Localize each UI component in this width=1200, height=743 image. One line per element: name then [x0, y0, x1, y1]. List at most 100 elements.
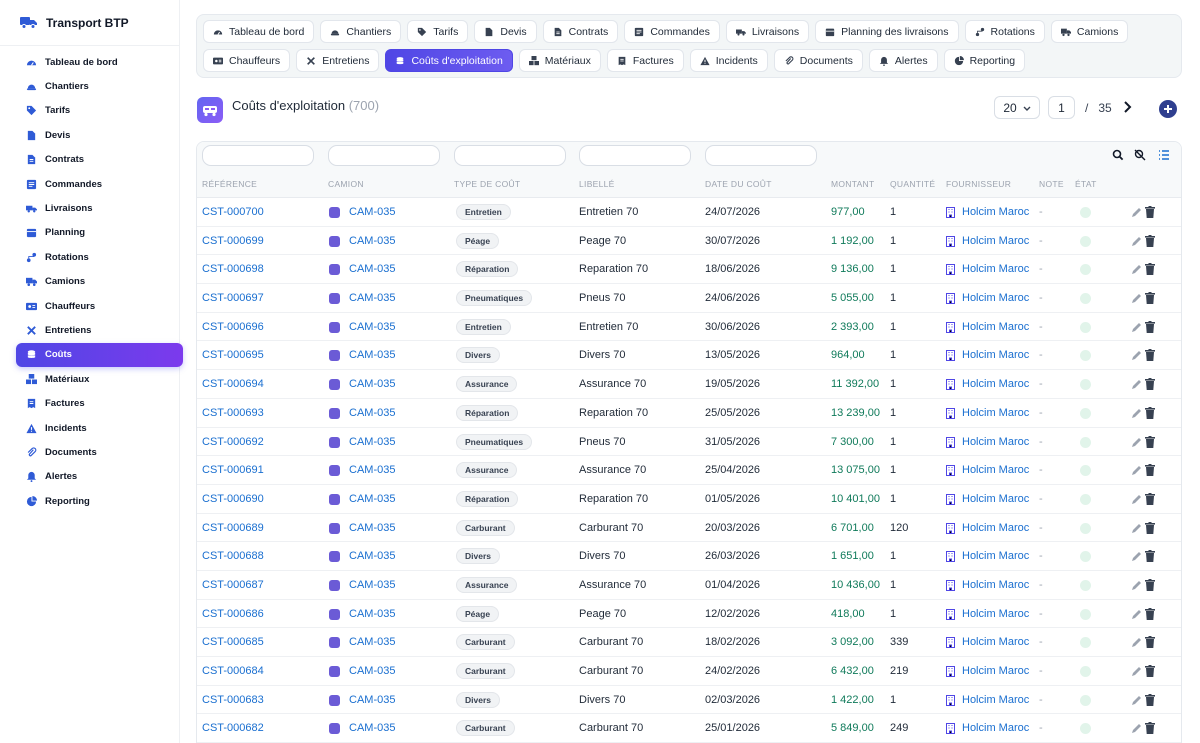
- trash-icon[interactable]: [1145, 406, 1155, 419]
- reference-link[interactable]: CST-000686: [202, 608, 264, 620]
- tab-paperclip[interactable]: Documents: [773, 49, 863, 72]
- table-row[interactable]: CST-000690 CAM-035 Réparation Reparation 70…: [197, 485, 1181, 514]
- sidebar-item-truck[interactable]: Camions: [16, 270, 183, 294]
- supplier-link[interactable]: Holcim Maroc: [962, 292, 1029, 304]
- trash-icon[interactable]: [1145, 263, 1155, 276]
- column-header-date[interactable]: DATE DU COÛT: [705, 179, 772, 189]
- trash-icon[interactable]: [1145, 492, 1155, 505]
- supplier-link[interactable]: Holcim Maroc: [962, 722, 1029, 734]
- column-header-label[interactable]: LIBELLÉ: [579, 179, 615, 189]
- table-row[interactable]: CST-000688 CAM-035 Divers Divers 70 26/03/20…: [197, 542, 1181, 571]
- pencil-icon[interactable]: [1131, 523, 1142, 534]
- pencil-icon[interactable]: [1131, 637, 1142, 648]
- supplier-link[interactable]: Holcim Maroc: [962, 665, 1029, 677]
- supplier-link[interactable]: Holcim Maroc: [962, 522, 1029, 534]
- reference-link[interactable]: CST-000692: [202, 436, 264, 448]
- pencil-icon[interactable]: [1131, 408, 1142, 419]
- tab-tag[interactable]: Tarifs: [407, 20, 469, 43]
- add-cost-button[interactable]: [1159, 100, 1177, 118]
- truck-link[interactable]: CAM-035: [349, 321, 395, 333]
- trash-icon[interactable]: [1145, 693, 1155, 706]
- sidebar-item-delivery[interactable]: Livraisons: [16, 196, 183, 220]
- reference-link[interactable]: CST-000688: [202, 550, 264, 562]
- truck-link[interactable]: CAM-035: [349, 550, 395, 562]
- sidebar-item-cubes[interactable]: Matériaux: [16, 367, 183, 391]
- page-size-select[interactable]: 20: [994, 96, 1040, 119]
- pencil-icon[interactable]: [1131, 437, 1142, 448]
- table-row[interactable]: CST-000698 CAM-035 Réparation Reparation 70…: [197, 255, 1181, 285]
- reference-link[interactable]: CST-000699: [202, 235, 264, 247]
- truck-link[interactable]: CAM-035: [349, 665, 395, 677]
- sidebar-item-pie-chart[interactable]: Reporting: [16, 489, 183, 513]
- reference-link[interactable]: CST-000693: [202, 407, 264, 419]
- truck-link[interactable]: CAM-035: [349, 378, 395, 390]
- reference-link[interactable]: CST-000684: [202, 665, 264, 677]
- column-header-type[interactable]: TYPE DE COÛT: [454, 179, 520, 189]
- trash-icon[interactable]: [1145, 435, 1155, 448]
- pencil-icon[interactable]: [1131, 494, 1142, 505]
- tab-truck[interactable]: Camions: [1050, 20, 1129, 43]
- supplier-link[interactable]: Holcim Maroc: [962, 436, 1029, 448]
- tab-id-card[interactable]: Chauffeurs: [203, 49, 291, 72]
- column-header-reference[interactable]: RÉFÉRENCE: [202, 179, 257, 189]
- tab-bell[interactable]: Alertes: [868, 49, 938, 72]
- table-row[interactable]: CST-000695 CAM-035 Divers Divers 70 13/05/20…: [197, 341, 1181, 371]
- brand[interactable]: Transport BTP: [0, 0, 179, 46]
- trash-icon[interactable]: [1145, 378, 1155, 391]
- trash-icon[interactable]: [1145, 292, 1155, 305]
- supplier-link[interactable]: Holcim Maroc: [962, 550, 1029, 562]
- table-row[interactable]: CST-000700 CAM-035 Entretien Entretien 70 24…: [197, 198, 1181, 227]
- tab-pie-chart[interactable]: Reporting: [943, 49, 1026, 72]
- supplier-link[interactable]: Holcim Maroc: [962, 464, 1029, 476]
- trash-icon[interactable]: [1145, 578, 1155, 591]
- truck-link[interactable]: CAM-035: [349, 464, 395, 476]
- tab-cubes[interactable]: Matériaux: [518, 49, 601, 72]
- reference-link[interactable]: CST-000682: [202, 722, 264, 734]
- sidebar-item-warning[interactable]: Incidents: [16, 416, 183, 440]
- reference-link[interactable]: CST-000698: [202, 263, 264, 275]
- sidebar-item-id-card[interactable]: Chauffeurs: [16, 294, 183, 318]
- pencil-icon[interactable]: [1131, 666, 1142, 677]
- truck-link[interactable]: CAM-035: [349, 579, 395, 591]
- table-row[interactable]: CST-000693 CAM-035 Réparation Reparation 70…: [197, 399, 1181, 428]
- table-row[interactable]: CST-000692 CAM-035 Pneumatiques Pneus 70 31/…: [197, 428, 1181, 457]
- supplier-link[interactable]: Holcim Maroc: [962, 235, 1029, 247]
- supplier-link[interactable]: Holcim Maroc: [962, 608, 1029, 620]
- supplier-link[interactable]: Holcim Maroc: [962, 407, 1029, 419]
- table-row[interactable]: CST-000687 CAM-035 Assurance Assurance 70 01…: [197, 571, 1181, 600]
- filter-truck-input[interactable]: [328, 145, 440, 166]
- tab-contract[interactable]: Contrats: [542, 20, 619, 43]
- truck-link[interactable]: CAM-035: [349, 694, 395, 706]
- column-header-amount[interactable]: MONTANT: [831, 179, 875, 189]
- pencil-icon[interactable]: [1131, 350, 1142, 361]
- table-row[interactable]: CST-000682 CAM-035 Carburant Carburant 70 25…: [197, 714, 1181, 743]
- pencil-icon[interactable]: [1131, 322, 1142, 333]
- supplier-link[interactable]: Holcim Maroc: [962, 321, 1029, 333]
- pencil-icon[interactable]: [1131, 551, 1142, 562]
- trash-icon[interactable]: [1145, 722, 1155, 735]
- supplier-link[interactable]: Holcim Maroc: [962, 378, 1029, 390]
- pencil-icon[interactable]: [1131, 379, 1142, 390]
- truck-link[interactable]: CAM-035: [349, 235, 395, 247]
- table-row[interactable]: CST-000685 CAM-035 Carburant Carburant 70 18…: [197, 628, 1181, 657]
- sidebar-item-paperclip[interactable]: Documents: [16, 440, 183, 464]
- reference-link[interactable]: CST-000700: [202, 206, 264, 218]
- trash-icon[interactable]: [1145, 464, 1155, 477]
- column-header-state[interactable]: ÉTAT: [1075, 179, 1097, 189]
- reference-link[interactable]: CST-000685: [202, 636, 264, 648]
- truck-link[interactable]: CAM-035: [349, 263, 395, 275]
- trash-icon[interactable]: [1145, 665, 1155, 677]
- supplier-link[interactable]: Holcim Maroc: [962, 493, 1029, 505]
- supplier-link[interactable]: Holcim Maroc: [962, 636, 1029, 648]
- sidebar-item-coins[interactable]: Coûts: [16, 342, 183, 368]
- pencil-icon[interactable]: [1131, 207, 1142, 218]
- trash-icon[interactable]: [1145, 607, 1155, 620]
- truck-link[interactable]: CAM-035: [349, 608, 395, 620]
- pencil-icon[interactable]: [1131, 580, 1142, 591]
- sidebar-item-calendar[interactable]: Planning: [16, 221, 183, 245]
- filter-type-input[interactable]: [454, 145, 566, 166]
- truck-link[interactable]: CAM-035: [349, 407, 395, 419]
- tab-route[interactable]: Rotations: [964, 20, 1045, 43]
- table-row[interactable]: CST-000686 CAM-035 Péage Peage 70 12/02/2026…: [197, 600, 1181, 629]
- table-row[interactable]: CST-000699 CAM-035 Péage Peage 70 30/07/2026…: [197, 227, 1181, 256]
